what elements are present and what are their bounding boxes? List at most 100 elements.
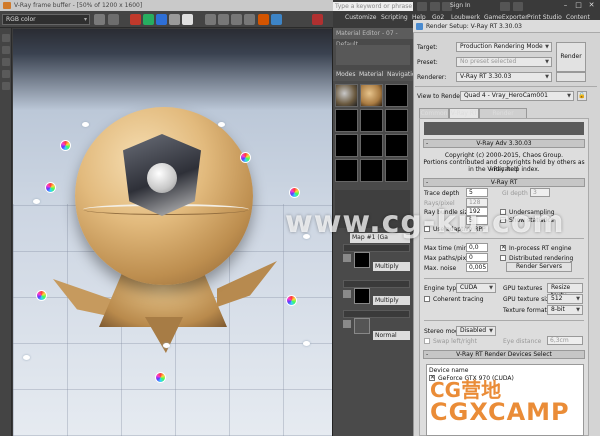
max-paths-label: Max paths/pixel xyxy=(424,255,472,262)
layer-color-swatch[interactable] xyxy=(354,288,370,304)
track-mouse-icon[interactable] xyxy=(205,14,216,25)
layer-color-swatch[interactable] xyxy=(354,252,370,268)
render-setup-title: Render Setup: V-Ray RT 3.30.03 xyxy=(426,23,522,30)
color-marker xyxy=(37,291,46,300)
devices-rollout[interactable]: - V-Ray RT Render Devices Select xyxy=(423,350,585,359)
vrayrt-rollout[interactable]: - V-Ray RT xyxy=(423,178,585,187)
search-icon[interactable] xyxy=(417,2,427,11)
material-slot[interactable] xyxy=(335,84,358,107)
coherent-tracing-checkbox[interactable] xyxy=(424,296,430,302)
green-channel-icon[interactable] xyxy=(143,14,154,25)
compare-icon[interactable] xyxy=(231,14,242,25)
region-render-icon[interactable] xyxy=(218,14,229,25)
material-slot[interactable] xyxy=(385,84,408,107)
material-slot[interactable] xyxy=(385,134,408,157)
layer-blend-mode[interactable]: Multiply xyxy=(373,296,410,305)
divider xyxy=(424,278,584,279)
material-slot[interactable] xyxy=(360,109,383,132)
stop-icon[interactable] xyxy=(312,14,323,25)
lock-icon[interactable]: 🔒 xyxy=(577,91,587,101)
view-to-render-select[interactable]: Quad 4 - Vray_HeroCam001 ▼ xyxy=(460,91,574,101)
red-channel-icon[interactable] xyxy=(130,14,141,25)
render-servers-button[interactable]: Render Servers xyxy=(506,262,572,272)
trace-depth-input[interactable]: 5 xyxy=(466,188,488,197)
layer-blend-mode[interactable]: Normal xyxy=(373,331,410,340)
render-button[interactable]: Render xyxy=(556,42,586,72)
color-marker xyxy=(61,141,70,150)
lens-effects-icon[interactable] xyxy=(2,46,10,54)
channel-select[interactable]: RGB color ▾ xyxy=(2,14,90,25)
stereo-mode-select[interactable]: Disabled ▼ xyxy=(456,326,496,336)
layer-blend-mode[interactable]: Multiply xyxy=(373,262,410,271)
layer-visibility-icon[interactable] xyxy=(343,254,351,262)
max-time-input[interactable]: 0,0 xyxy=(466,243,488,252)
engine-type-select[interactable]: CUDA ▼ xyxy=(456,283,496,293)
help-icon[interactable] xyxy=(513,2,523,11)
target-select[interactable]: Production Rendering Mode ▼ xyxy=(456,42,552,52)
exchange-icon[interactable] xyxy=(500,2,510,11)
renderer-select-value: V-Ray RT 3.30.03 xyxy=(460,73,512,80)
tab-common[interactable]: Common xyxy=(419,108,449,118)
settings-icon[interactable] xyxy=(2,82,10,90)
gi-depth-label: GI depth xyxy=(502,190,528,197)
render-icon[interactable] xyxy=(258,14,269,25)
layer-visibility-icon[interactable] xyxy=(343,290,351,298)
material-slot[interactable] xyxy=(335,109,358,132)
blue-channel-icon[interactable] xyxy=(156,14,167,25)
maximize-icon[interactable]: □ xyxy=(574,1,583,10)
gi-depth-input[interactable]: 3 xyxy=(530,188,550,197)
me-menu-material[interactable]: Material xyxy=(359,71,383,78)
material-slot[interactable] xyxy=(360,134,383,157)
subscription-icon[interactable] xyxy=(430,2,440,11)
material-slot[interactable] xyxy=(360,159,383,182)
max-paths-input[interactable]: 0 xyxy=(466,253,488,262)
save-file-checkbox-area[interactable] xyxy=(556,72,586,82)
renderer-select[interactable]: V-Ray RT 3.30.03 ▼ xyxy=(456,72,552,82)
search-input[interactable]: Type a keyword or phrase xyxy=(333,2,413,11)
texture-format-select[interactable]: 8-bit ▼ xyxy=(547,305,583,315)
minimize-icon[interactable]: – xyxy=(561,1,570,10)
color-marker xyxy=(241,153,250,162)
white-marker xyxy=(163,343,170,348)
tab-render-elements[interactable]: Render Elements xyxy=(479,108,527,126)
distributed-checkbox[interactable] xyxy=(500,255,506,261)
alpha-channel-icon[interactable] xyxy=(169,14,180,25)
material-slot[interactable] xyxy=(385,109,408,132)
swap-left-right-checkbox[interactable] xyxy=(424,338,430,344)
clear-image-icon[interactable] xyxy=(108,14,119,25)
minus-icon: - xyxy=(426,140,429,147)
layer-color-swatch[interactable] xyxy=(354,318,370,334)
menu-customize[interactable]: Customize xyxy=(345,14,377,21)
material-slot[interactable] xyxy=(335,159,358,182)
tab-vray-rt[interactable]: V-Ray RT xyxy=(449,108,479,118)
color-correction-icon[interactable] xyxy=(2,34,10,42)
save-image-icon[interactable] xyxy=(94,14,105,25)
max-noise-input[interactable]: 0,005 xyxy=(466,263,488,272)
link-icon[interactable] xyxy=(244,14,255,25)
in-process-checkbox[interactable] xyxy=(500,244,506,251)
layer-visibility-icon[interactable] xyxy=(343,320,351,328)
gpu-texture-size-select[interactable]: 512 ▼ xyxy=(547,294,583,304)
chevron-down-icon: ▼ xyxy=(489,328,493,334)
eye-distance-input[interactable]: 6,3cm xyxy=(547,336,583,345)
preset-select[interactable]: No preset selected ▼ xyxy=(456,57,552,67)
me-menu-modes[interactable]: Modes xyxy=(336,71,355,78)
devices-rollout-title: V-Ray RT Render Devices Select xyxy=(456,351,552,358)
chevron-down-icon: ▼ xyxy=(545,44,549,50)
in-process-label: In-process RT engine xyxy=(509,245,572,252)
material-editor-toolbar xyxy=(336,45,410,65)
close-icon[interactable]: ✕ xyxy=(587,1,596,10)
mono-channel-icon[interactable] xyxy=(182,14,193,25)
stamp-icon[interactable] xyxy=(2,70,10,78)
material-slot[interactable] xyxy=(360,84,383,107)
chevron-down-icon: ▼ xyxy=(545,59,549,65)
history-icon[interactable] xyxy=(2,58,10,66)
menu-scripting[interactable]: Scripting xyxy=(381,14,408,21)
sign-in-link[interactable]: Sign In xyxy=(450,2,471,9)
about-rollout[interactable]: - V-Ray Adv 3.30.03 xyxy=(423,139,585,148)
pause-icon[interactable] xyxy=(271,14,282,25)
material-slot[interactable] xyxy=(335,134,358,157)
material-slot[interactable] xyxy=(385,159,408,182)
divider xyxy=(424,320,584,321)
gpu-textures-select[interactable]: Resize textu xyxy=(547,283,583,299)
